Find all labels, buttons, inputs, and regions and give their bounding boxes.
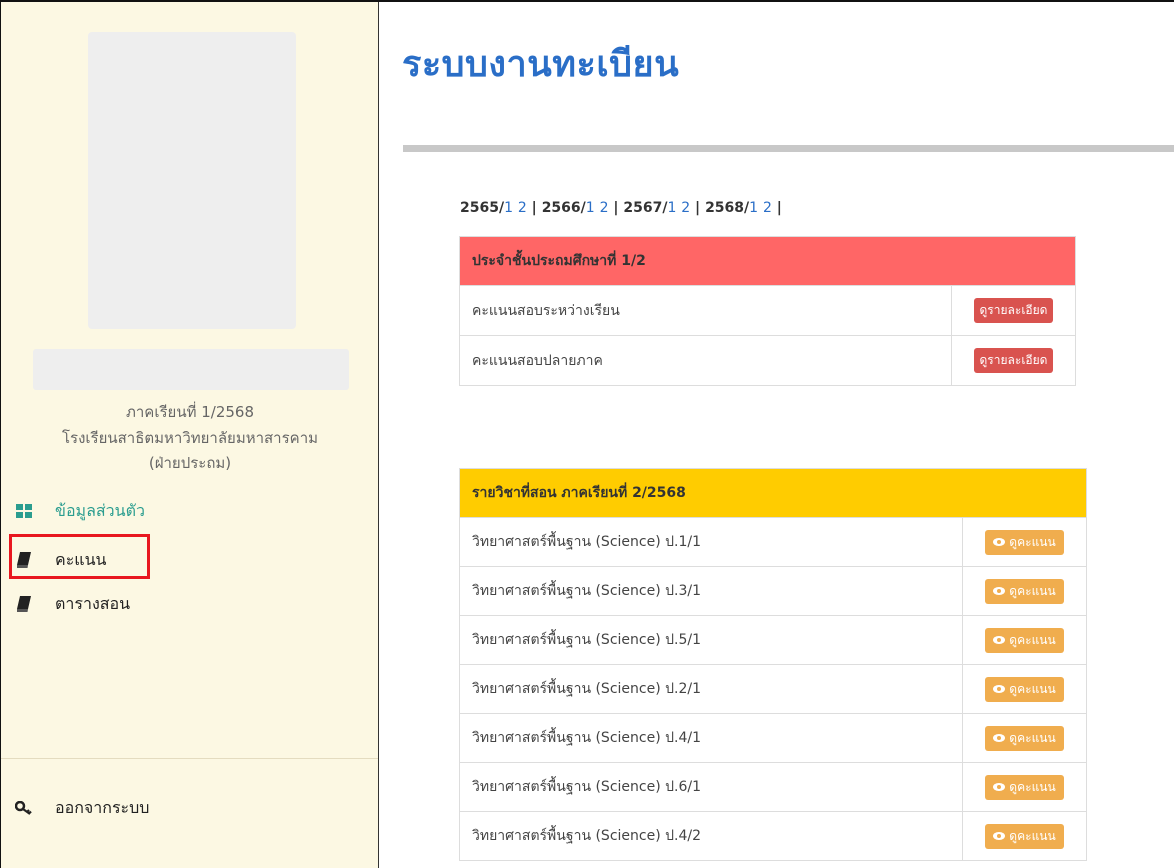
table-cell-action: ดูคะแนน [962,763,1086,811]
table-cell-action: ดูคะแนน [962,665,1086,713]
school-name: โรงเรียนสาธิตมหาวิทยาลัยมหาสารคาม [61,429,319,447]
profile-photo [88,32,296,329]
table-cell-action: ดูคะแนน [962,714,1086,762]
subjects-table: รายวิชาที่สอน ภาคเรียนที่ 2/2568 วิทยาศา… [459,468,1087,861]
view-scores-button[interactable]: ดูคะแนน [985,578,1064,604]
school-division: (ฝ่ายประถม) [148,454,232,472]
eye-icon [993,636,1006,644]
view-details-button[interactable]: ดูรายละเอียด [973,348,1054,373]
term-year: 2568 [705,200,745,216]
table-row: คะแนนสอบระหว่างเรียน ดูรายละเอียด [460,285,1075,335]
logout-button[interactable]: ออกจากระบบ [13,795,149,821]
view-details-button[interactable]: ดูรายละเอียด [973,298,1054,323]
eye-icon [993,734,1006,742]
view-scores-label: ดูคะแนน [1009,730,1056,745]
table-row: วิทยาศาสตร์พื้นฐาน (Science) ป.1/1 ดูคะแน… [460,517,1086,566]
table-cell-action: ดูรายละเอียด [951,336,1075,385]
table-cell-action: ดูคะแนน [962,616,1086,664]
highlight-box [9,534,150,579]
eye-icon [993,538,1006,546]
view-scores-label: ดูคะแนน [1009,534,1056,549]
subject-name: วิทยาศาสตร์พื้นฐาน (Science) ป.4/2 [472,828,701,844]
table-row: คะแนนสอบปลายภาค ดูรายละเอียด [460,335,1075,385]
term-link[interactable]: 1 [749,200,758,216]
book-icon [13,594,35,614]
term-year: 2567 [623,200,663,216]
term-year: 2565 [460,200,499,216]
table-row: วิทยาศาสตร์พื้นฐาน (Science) ป.6/1 ดูคะแน… [460,762,1086,811]
view-scores-button[interactable]: ดูคะแนน [985,529,1064,555]
sidebar: ภาคเรียนที่ 1/2568 โรงเรียนสาธิตมหาวิทยา… [1,2,379,868]
term-selector: 2565/1 2 | 2566/1 2 | 2567/1 2 | 2568/1 … [460,200,782,216]
subject-name: วิทยาศาสตร์พื้นฐาน (Science) ป.1/1 [472,534,701,550]
subjects-table-body: วิทยาศาสตร์พื้นฐาน (Science) ป.1/1 ดูคะแน… [460,517,1086,860]
term-link[interactable]: 2 [763,200,772,216]
semester-label: ภาคเรียนที่ 1/2568 [126,403,254,421]
page-title: ระบบงานทะเบียน [402,44,680,85]
term-year: 2566 [541,200,581,216]
term-link[interactable]: 2 [518,200,527,216]
view-scores-label: ดูคะแนน [1009,681,1056,696]
subject-name: วิทยาศาสตร์พื้นฐาน (Science) ป.2/1 [472,681,701,697]
table-cell-label: คะแนนสอบปลายภาค [472,352,603,369]
term-link[interactable]: 2 [681,200,690,216]
view-scores-label: ดูคะแนน [1009,779,1056,794]
subject-name: วิทยาศาสตร์พื้นฐาน (Science) ป.6/1 [472,779,701,795]
grid-icon [13,501,35,521]
view-scores-button[interactable]: ดูคะแนน [985,676,1064,702]
term-link[interactable]: 2 [600,200,609,216]
title-divider [403,145,1174,152]
logout-label: ออกจากระบบ [55,797,150,817]
table-row: วิทยาศาสตร์พื้นฐาน (Science) ป.2/1 ดูคะแน… [460,664,1086,713]
main-content: ระบบงานทะเบียน 2565/1 2 | 2566/1 2 | 256… [380,0,1174,868]
subjects-table-header: รายวิชาที่สอน ภาคเรียนที่ 2/2568 [460,469,1086,517]
table-cell-action: ดูคะแนน [962,518,1086,566]
table-row: วิทยาศาสตร์พื้นฐาน (Science) ป.4/1 ดูคะแน… [460,713,1086,762]
table-cell-action: ดูรายละเอียด [951,286,1075,335]
eye-icon [993,587,1006,595]
table-row: วิทยาศาสตร์พื้นฐาน (Science) ป.5/1 ดูคะแน… [460,615,1086,664]
profile-name-placeholder [33,349,349,390]
view-scores-label: ดูคะแนน [1009,632,1056,647]
subject-name: วิทยาศาสตร์พื้นฐาน (Science) ป.5/1 [472,632,701,648]
sidebar-item-label: ข้อมูลส่วนตัว [55,500,145,520]
homeroom-table: ประจำชั้นประถมศึกษาที่ 1/2 คะแนนสอบระหว่… [459,236,1076,386]
view-scores-button[interactable]: ดูคะแนน [985,725,1064,751]
eye-icon [993,832,1006,840]
term-link[interactable]: 1 [504,200,513,216]
table-row: วิทยาศาสตร์พื้นฐาน (Science) ป.3/1 ดูคะแน… [460,566,1086,615]
view-scores-button[interactable]: ดูคะแนน [985,627,1064,653]
table-cell-action: ดูคะแนน [962,567,1086,615]
view-scores-label: ดูคะแนน [1009,828,1056,843]
eye-icon [993,685,1006,693]
sidebar-divider [1,758,378,759]
table-row: วิทยาศาสตร์พื้นฐาน (Science) ป.4/2 ดูคะแน… [460,811,1086,860]
table-cell-label: คะแนนสอบระหว่างเรียน [472,302,620,319]
eye-icon [993,783,1006,791]
sidebar-item-profile[interactable]: ข้อมูลส่วนตัว [13,498,145,524]
sidebar-item-timetable[interactable]: ตารางสอน [13,591,130,617]
term-link[interactable]: 1 [586,200,595,216]
view-scores-button[interactable]: ดูคะแนน [985,823,1064,849]
key-icon [13,798,35,818]
subject-name: วิทยาศาสตร์พื้นฐาน (Science) ป.4/1 [472,730,701,746]
view-scores-button[interactable]: ดูคะแนน [985,774,1064,800]
term-link[interactable]: 1 [667,200,676,216]
view-scores-label: ดูคะแนน [1009,583,1056,598]
table-cell-action: ดูคะแนน [962,812,1086,860]
sidebar-item-label: ตารางสอน [55,593,131,613]
subject-name: วิทยาศาสตร์พื้นฐาน (Science) ป.3/1 [472,583,701,599]
homeroom-table-header: ประจำชั้นประถมศึกษาที่ 1/2 [460,237,1075,285]
